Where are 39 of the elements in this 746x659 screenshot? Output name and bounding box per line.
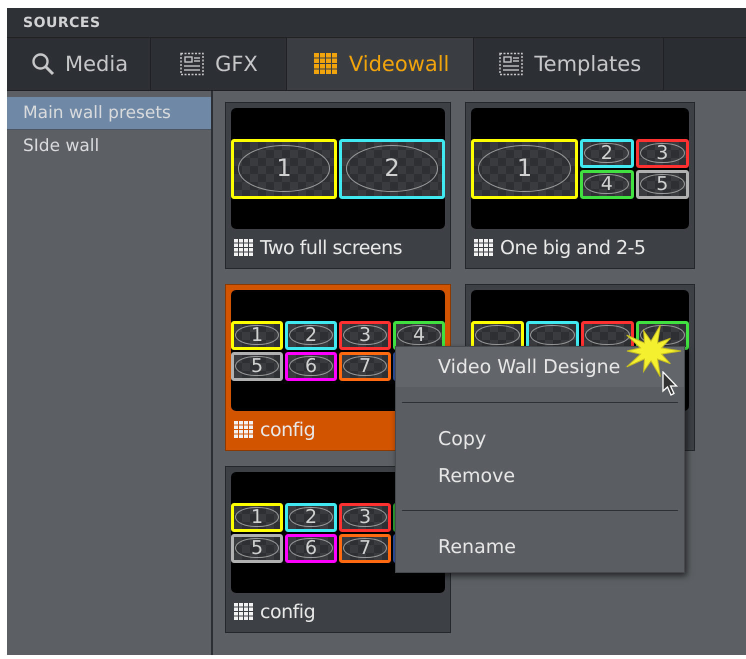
- document-icon: [498, 52, 524, 76]
- screen-tile: 2: [285, 320, 337, 350]
- grid-icon: [473, 238, 495, 258]
- search-icon: [31, 52, 55, 76]
- screen-tile: 3: [339, 320, 391, 350]
- screen-tile: 7: [339, 534, 391, 562]
- screen-tile: 3: [636, 138, 689, 168]
- screen-tile: 6: [285, 352, 337, 380]
- screen-tile: 1: [471, 138, 578, 198]
- grid-icon: [233, 238, 255, 258]
- screen-tile: 2: [339, 138, 445, 198]
- preset-name: config: [260, 419, 316, 441]
- screen-tile: 5: [636, 170, 689, 198]
- screen-tile: 5: [231, 534, 283, 562]
- grid-icon: [233, 602, 255, 622]
- screen-tile: 3: [339, 502, 391, 532]
- preset-card[interactable]: 1 2 3 4 5 One big and 2-5: [465, 102, 695, 269]
- panel-title: SOURCES: [23, 14, 101, 30]
- sidebar-item[interactable]: SIde wall: [7, 130, 211, 163]
- tab[interactable]: Videowall: [286, 38, 474, 90]
- grid-icon: [312, 52, 339, 76]
- screen-tile: 1: [231, 502, 283, 532]
- screen-tile: 2: [580, 138, 634, 168]
- grid-icon: [233, 420, 255, 440]
- screen-tile: 1: [231, 138, 337, 198]
- cursor-icon: [661, 371, 679, 397]
- screen-tile: 7: [339, 352, 391, 380]
- preset-name: One big and 2-5: [500, 237, 646, 259]
- menu-item[interactable]: Video Wall Designe: [396, 347, 684, 387]
- screen-tile: 4: [580, 170, 634, 198]
- preset-name: config: [260, 601, 316, 623]
- document-icon: [179, 52, 206, 76]
- preset-name: Two full screens: [260, 237, 402, 259]
- screen-tile: 1: [231, 320, 283, 350]
- screen-tile: 2: [285, 502, 337, 532]
- preset-card[interactable]: 1 2 Two full screens: [225, 102, 451, 269]
- screen-tile: 6: [285, 534, 337, 562]
- screen-tile: 5: [231, 352, 283, 380]
- screen-tile: 4: [393, 320, 445, 350]
